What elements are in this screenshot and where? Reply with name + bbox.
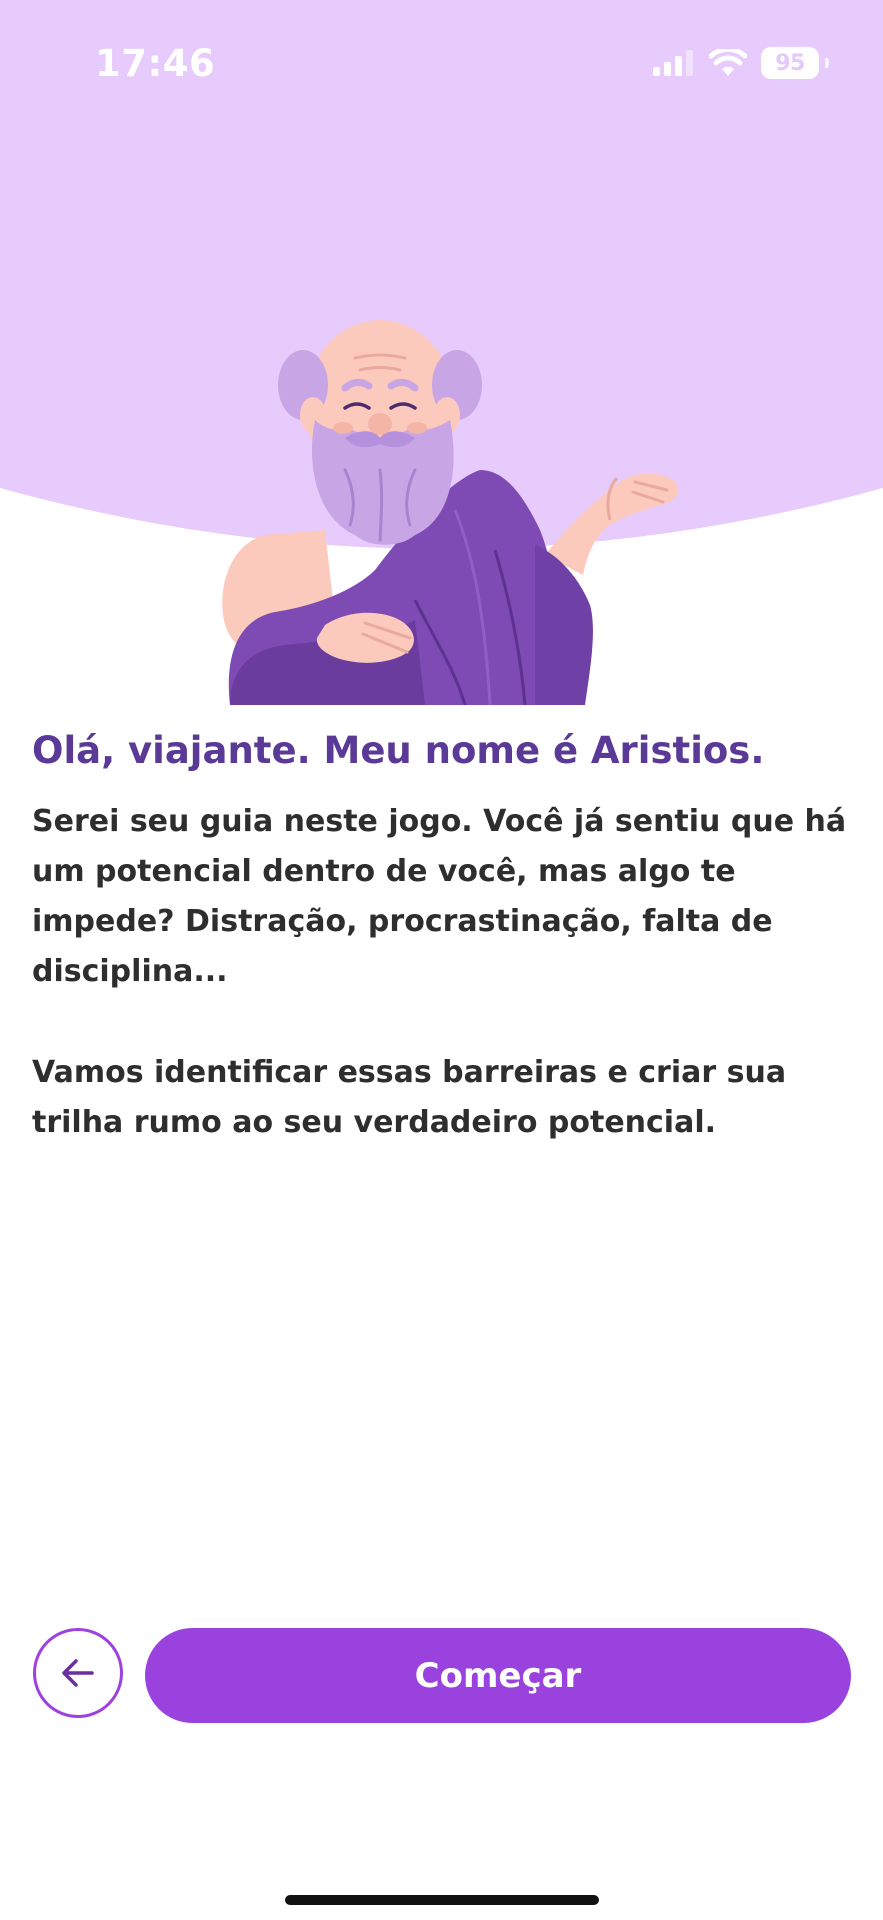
greeting-title: Olá, viajante. Meu nome é Aristios.: [32, 729, 765, 772]
onboarding-screen: 17:46 95 Olá, viajante. Meu nome é Arist…: [0, 0, 883, 1920]
intro-paragraph: Serei seu guia neste jogo. Você já senti…: [32, 804, 847, 989]
mission-paragraph: Vamos identificar essas barreiras e cria…: [32, 1055, 787, 1140]
philosopher-guide-illustration: [222, 320, 679, 705]
battery-tip: [825, 58, 829, 68]
wifi-icon: [709, 49, 747, 76]
status-bar: 17:46 95: [0, 0, 883, 130]
arrow-left-icon: [62, 1659, 94, 1687]
signal-icon: [653, 50, 693, 76]
battery-level: 95: [761, 47, 819, 79]
start-button[interactable]: Começar: [145, 1628, 851, 1723]
home-indicator: [285, 1895, 599, 1905]
start-button-label: Começar: [414, 1655, 582, 1696]
battery-icon: 95: [761, 47, 829, 79]
status-time: 17:46: [95, 42, 216, 85]
status-icons: 95: [653, 46, 829, 80]
back-button[interactable]: [33, 1628, 123, 1718]
